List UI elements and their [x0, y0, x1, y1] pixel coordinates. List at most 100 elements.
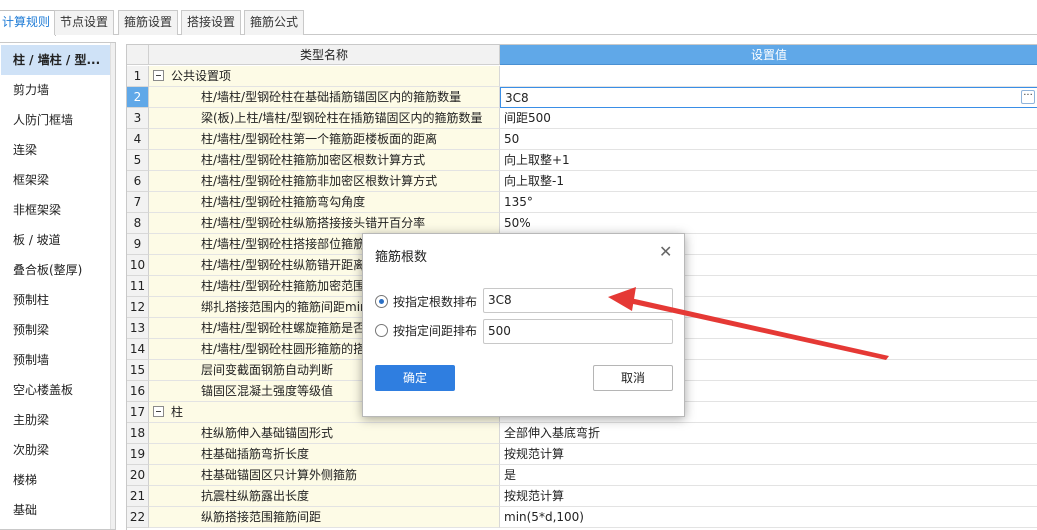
type-name-text: 锚固区混凝土强度等级值 — [201, 384, 334, 398]
type-name-text: 柱/墙柱/型钢砼柱螺旋箍筋是否连续 — [201, 321, 390, 335]
setting-value-cell[interactable]: 间距500 — [500, 108, 1037, 129]
tab-calculation-rules[interactable]: 计算规则 — [0, 10, 57, 36]
sidebar-item-shear-wall[interactable]: 剪力墙 — [1, 75, 111, 105]
sidebar-item-frame-beam[interactable]: 框架梁 — [1, 165, 111, 195]
radio-by-count[interactable] — [375, 295, 388, 308]
setting-value-cell[interactable]: 50 — [500, 129, 1037, 150]
type-name-cell: 柱/墙柱/型钢砼柱箍筋非加密区根数计算方式 — [149, 171, 500, 192]
row-number: 12 — [127, 297, 149, 318]
tab-lap-settings[interactable]: 搭接设置 — [181, 10, 242, 35]
sidebar-item-precast-wall[interactable]: 预制墙 — [1, 345, 111, 375]
ok-button[interactable]: 确定 — [375, 365, 455, 391]
row-number: 10 — [127, 255, 149, 276]
row-number: 13 — [127, 318, 149, 339]
type-name-cell: 柱/墙柱/型钢砼柱第一个箍筋距楼板面的距离 — [149, 129, 500, 150]
sidebar-item-column[interactable]: 柱 / 墙柱 / 型... — [1, 45, 111, 75]
close-icon[interactable]: ✕ — [659, 244, 672, 260]
sidebar-item-hollow-floor-slab[interactable]: 空心楼盖板 — [1, 375, 111, 405]
type-name-text: 柱纵筋伸入基础锚固形式 — [201, 426, 334, 440]
cancel-button[interactable]: 取消 — [593, 365, 673, 391]
table-row[interactable]: 4 柱/墙柱/型钢砼柱第一个箍筋距楼板面的距离 50 — [127, 129, 1037, 150]
radio-by-spacing[interactable] — [375, 324, 388, 337]
type-name-text: 柱/墙柱/型钢砼柱箍筋加密区根数计算方式 — [201, 153, 426, 167]
setting-value-text: 按规范计算 — [504, 489, 565, 503]
collapse-icon[interactable] — [153, 70, 164, 81]
setting-value-cell[interactable] — [500, 66, 1037, 87]
more-options-icon[interactable]: ··· — [1021, 90, 1035, 104]
table-row[interactable]: 8 柱/墙柱/型钢砼柱纵筋搭接接头错开百分率 50% — [127, 213, 1037, 234]
setting-value-cell[interactable]: 全部伸入基底弯折 — [500, 423, 1037, 444]
type-name-text: 柱 — [171, 405, 184, 419]
type-name-text: 柱/墙柱/型钢砼柱箍筋弯勾角度 — [201, 195, 366, 209]
row-number: 8 — [127, 213, 149, 234]
type-name-text: 柱基础插筋弯折长度 — [201, 447, 310, 461]
radio-by-count-label[interactable]: 按指定根数排布 — [393, 293, 477, 310]
setting-value-cell[interactable]: 按规范计算 — [500, 444, 1037, 465]
table-row[interactable]: 1 公共设置项 — [127, 66, 1037, 87]
setting-value-cell[interactable]: 向上取整+1 — [500, 150, 1037, 171]
table-row[interactable]: 2 柱/墙柱/型钢砼柱在基础插筋锚固区内的箍筋数量 3C8 ··· — [127, 87, 1037, 108]
table-row[interactable]: 7 柱/墙柱/型钢砼柱箍筋弯勾角度 135° — [127, 192, 1037, 213]
row-number: 3 — [127, 108, 149, 129]
setting-value-cell[interactable]: min(5*d,100) — [500, 507, 1037, 528]
table-row[interactable]: 5 柱/墙柱/型钢砼柱箍筋加密区根数计算方式 向上取整+1 — [127, 150, 1037, 171]
table-row[interactable]: 3 梁(板)上柱/墙柱/型钢砼柱在插筋锚固区内的箍筋数量 间距500 — [127, 108, 1037, 129]
sidebar-item-slab-ramp[interactable]: 板 / 坡道 — [1, 225, 111, 255]
setting-value-cell[interactable]: 3C8 ··· — [500, 87, 1037, 108]
setting-value-cell[interactable]: 是 — [500, 465, 1037, 486]
type-name-cell: 柱/墙柱/型钢砼柱纵筋搭接接头错开百分率 — [149, 213, 500, 234]
collapse-icon[interactable] — [153, 406, 164, 417]
type-name-text: 柱/墙柱/型钢砼柱纵筋搭接接头错开百分率 — [201, 216, 426, 230]
sidebar-item-non-frame-beam[interactable]: 非框架梁 — [1, 195, 111, 225]
sidebar-item-civil-defense-door-frame-wall[interactable]: 人防门框墙 — [1, 105, 111, 135]
sidebar-item-composite-slab[interactable]: 叠合板(整厚) — [1, 255, 111, 285]
radio-by-spacing-label[interactable]: 按指定间距排布 — [393, 322, 477, 339]
sidebar-item-foundation[interactable]: 基础 — [1, 495, 111, 525]
sidebar-scrollbar[interactable] — [110, 43, 115, 529]
row-number: 2 — [127, 87, 149, 108]
sidebar-item-main-rib-beam[interactable]: 主肋梁 — [1, 405, 111, 435]
table-row[interactable]: 21 抗震柱纵筋露出长度 按规范计算 — [127, 486, 1037, 507]
sidebar-item-precast-beam[interactable]: 预制梁 — [1, 315, 111, 345]
setting-value-text: 间距500 — [504, 111, 551, 125]
setting-value-cell[interactable]: 向上取整-1 — [500, 171, 1037, 192]
stirrup-count-dialog: 箍筋根数 ✕ 按指定根数排布 3C8 按指定间距排布 500 确定 取消 — [362, 233, 685, 417]
tab-stirrup-settings[interactable]: 箍筋设置 — [118, 10, 179, 35]
setting-value-text: min(5*d,100) — [504, 510, 584, 524]
type-name-cell: 梁(板)上柱/墙柱/型钢砼柱在插筋锚固区内的箍筋数量 — [149, 108, 500, 129]
sidebar-item-secondary-rib-beam[interactable]: 次肋梁 — [1, 435, 111, 465]
type-name-text: 柱/墙柱/型钢砼柱圆形箍筋的搭接长 — [201, 342, 390, 356]
setting-value-cell[interactable]: 135° — [500, 192, 1037, 213]
row-number: 22 — [127, 507, 149, 528]
type-name-cell: 柱基础锚固区只计算外侧箍筋 — [149, 465, 500, 486]
row-number-header — [127, 45, 149, 65]
setting-value-text: 向上取整+1 — [504, 153, 570, 167]
type-name-cell: 柱/墙柱/型钢砼柱箍筋加密区根数计算方式 — [149, 150, 500, 171]
sidebar-item-stairs[interactable]: 楼梯 — [1, 465, 111, 495]
type-name-text: 柱/墙柱/型钢砼柱第一个箍筋距楼板面的距离 — [201, 132, 438, 146]
dialog-title: 箍筋根数 — [375, 250, 428, 265]
row-number: 16 — [127, 381, 149, 402]
setting-value-text: 向上取整-1 — [504, 174, 564, 188]
table-row[interactable]: 22 纵筋搭接范围箍筋间距 min(5*d,100) — [127, 507, 1037, 528]
table-row[interactable]: 20 柱基础锚固区只计算外侧箍筋 是 — [127, 465, 1037, 486]
setting-value-text: 135° — [504, 195, 533, 209]
type-name-cell: 抗震柱纵筋露出长度 — [149, 486, 500, 507]
tab-bar: 计算规则 节点设置 箍筋设置 搭接设置 箍筋公式 — [0, 0, 1037, 36]
sidebar-item-precast-column[interactable]: 预制柱 — [1, 285, 111, 315]
table-row[interactable]: 19 柱基础插筋弯折长度 按规范计算 — [127, 444, 1037, 465]
group-header-cell: 公共设置项 — [149, 66, 500, 87]
tab-node-settings[interactable]: 节点设置 — [54, 10, 115, 35]
setting-value-cell[interactable]: 50% — [500, 213, 1037, 234]
sidebar-item-coupling-beam[interactable]: 连梁 — [1, 135, 111, 165]
table-row[interactable]: 6 柱/墙柱/型钢砼柱箍筋非加密区根数计算方式 向上取整-1 — [127, 171, 1037, 192]
type-name-text: 柱/墙柱/型钢砼柱在基础插筋锚固区内的箍筋数量 — [201, 90, 462, 104]
setting-value-cell[interactable]: 按规范计算 — [500, 486, 1037, 507]
type-name-cell: 柱/墙柱/型钢砼柱箍筋弯勾角度 — [149, 192, 500, 213]
type-name-text: 绑扎搭接范围内的箍筋间距min(5d — [201, 300, 388, 314]
spacing-input[interactable]: 500 — [483, 319, 673, 344]
count-input[interactable]: 3C8 — [483, 288, 673, 313]
type-name-text: 柱基础锚固区只计算外侧箍筋 — [201, 468, 358, 482]
table-row[interactable]: 18 柱纵筋伸入基础锚固形式 全部伸入基底弯折 — [127, 423, 1037, 444]
tab-stirrup-formula[interactable]: 箍筋公式 — [244, 10, 305, 35]
